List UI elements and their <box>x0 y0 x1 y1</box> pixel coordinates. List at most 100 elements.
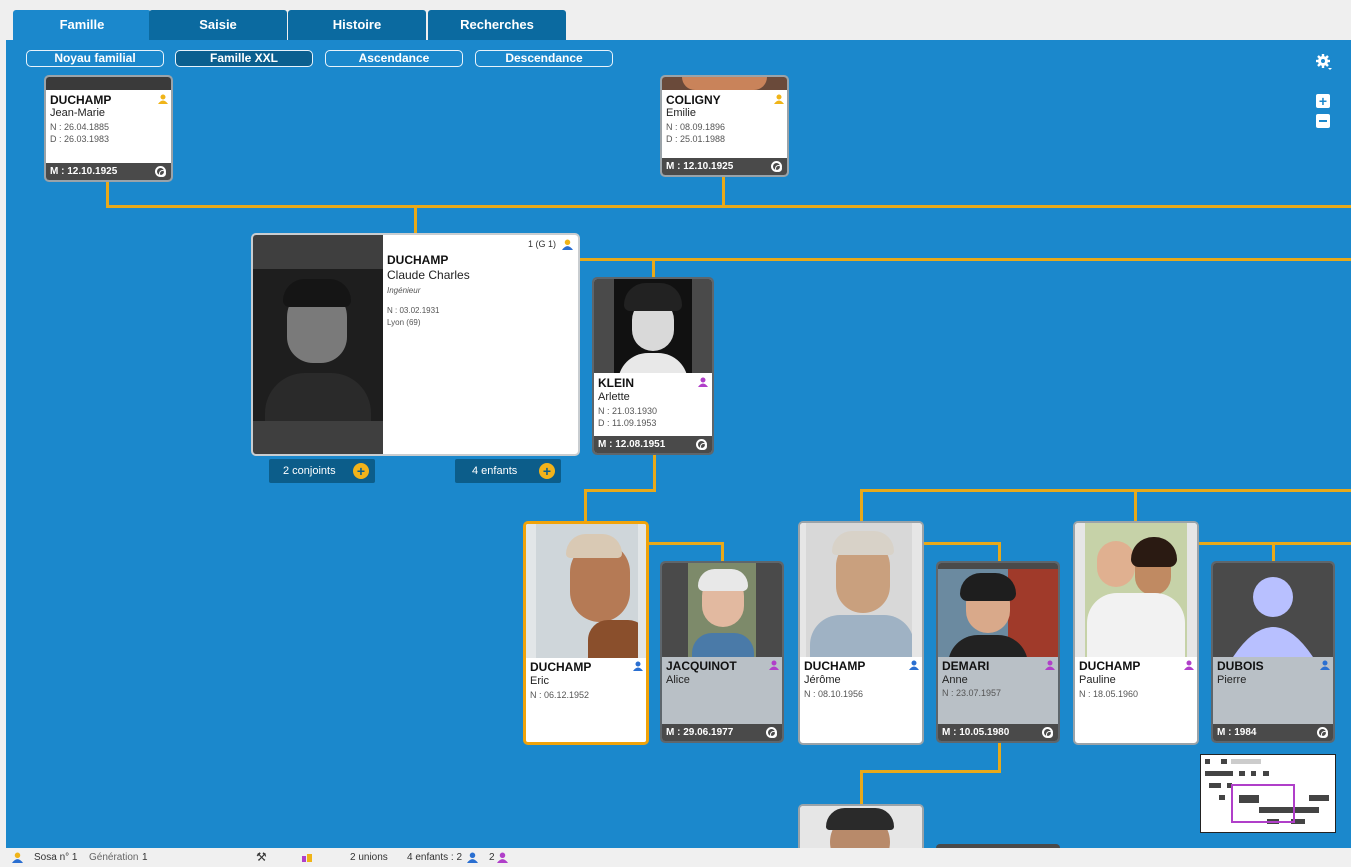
female-icon <box>1045 660 1055 670</box>
connector-line <box>652 258 655 277</box>
female-icon <box>774 94 784 104</box>
person-photo <box>938 563 1058 657</box>
person-card-pauline[interactable]: DUCHAMP Pauline N : 18.05.1960 <box>1073 521 1199 745</box>
person-death: D : 11.09.1953 <box>598 418 657 428</box>
view-ascendance[interactable]: Ascendance <box>325 50 463 67</box>
tab-recherches[interactable]: Recherches <box>428 10 566 40</box>
children-female-count: 2 <box>489 852 495 863</box>
person-card-alice[interactable]: JACQUINOT Alice M : 29.06.1977 <box>660 561 784 743</box>
connector-line <box>860 770 863 806</box>
settings-gear-icon[interactable] <box>1315 53 1333 71</box>
stats-icon[interactable] <box>302 854 312 862</box>
add-icon[interactable]: + <box>539 463 555 479</box>
unions-count: 2 unions <box>350 852 388 863</box>
sosa-number: Sosa n° 1 <box>34 852 78 863</box>
person-firstname: Arlette <box>598 391 630 403</box>
main-tab-bar: Famille Saisie Histoire Recherches <box>0 0 1351 40</box>
connector-line <box>653 453 656 490</box>
marriage-footer: M : 1984 <box>1213 724 1333 741</box>
male-icon <box>909 660 919 670</box>
female-icon <box>698 377 708 387</box>
person-firstname: Claude Charles <box>387 268 470 282</box>
view-noyau-familial[interactable]: Noyau familial <box>26 50 164 67</box>
tab-histoire[interactable]: Histoire <box>288 10 426 40</box>
person-firstname: Alice <box>666 674 690 686</box>
marriage-footer: M : 10.05.1980 <box>938 724 1058 741</box>
rings-icon[interactable] <box>771 161 782 172</box>
connector-line <box>721 542 724 561</box>
person-card-anne[interactable]: DEMARI Anne N : 23.07.1957 M : 10.05.198… <box>936 561 1060 743</box>
person-birth: N : 06.12.1952 <box>530 690 590 700</box>
zoom-out-icon[interactable] <box>1316 114 1330 128</box>
tab-famille[interactable]: Famille <box>13 10 151 40</box>
marriage-footer: M : 12.10.1925 <box>662 158 787 175</box>
marriage-date: M : 12.10.1925 <box>666 161 734 172</box>
silhouette-icon <box>1233 577 1313 657</box>
person-surname: DEMARI <box>942 659 990 673</box>
female-icon <box>769 660 779 670</box>
view-descendance[interactable]: Descendance <box>475 50 613 67</box>
person-photo <box>800 523 922 657</box>
connector-line <box>584 489 587 521</box>
hammer-icon[interactable]: ⚒ <box>256 848 267 867</box>
person-photo <box>1213 563 1333 657</box>
children-label: 4 enfants <box>472 465 518 477</box>
person-card-arlette[interactable]: KLEIN Arlette N : 21.03.1930 D : 11.09.1… <box>592 277 714 455</box>
person-card-partial[interactable] <box>798 804 924 848</box>
person-card-pierre[interactable]: DUBOIS Pierre M : 1984 <box>1211 561 1335 743</box>
female-icon <box>1184 660 1194 670</box>
person-photo <box>526 524 646 658</box>
sosa-person-icon <box>12 852 23 863</box>
person-surname: DUCHAMP <box>804 659 866 673</box>
rings-icon[interactable] <box>766 727 777 738</box>
marriage-date: M : 1984 <box>1217 727 1257 738</box>
person-photo <box>594 279 712 373</box>
person-birth: N : 23.07.1957 <box>942 688 1002 698</box>
person-surname: DUBOIS <box>1217 659 1264 673</box>
person-firstname: Jérôme <box>804 674 841 686</box>
person-surname: DUCHAMP <box>387 253 449 267</box>
person-birth: N : 26.04.1885 <box>50 122 110 132</box>
male-icon <box>633 661 643 671</box>
connector-line <box>998 542 1001 561</box>
person-firstname: Pauline <box>1079 674 1116 686</box>
rings-icon[interactable] <box>155 166 166 177</box>
rings-icon[interactable] <box>1317 727 1328 738</box>
person-surname: DUCHAMP <box>1079 659 1141 673</box>
person-birth: N : 08.09.1896 <box>666 122 726 132</box>
zoom-in-icon[interactable]: + <box>1316 94 1330 108</box>
generation-label: Génération <box>89 852 139 863</box>
minimap-preview <box>1205 759 1329 824</box>
person-surname: DUCHAMP <box>50 93 112 107</box>
connector-line <box>860 489 1351 492</box>
rings-icon[interactable] <box>1042 727 1053 738</box>
person-card-jerome[interactable]: DUCHAMP Jérôme N : 08.10.1956 <box>798 521 924 745</box>
person-firstname: Emilie <box>666 107 696 119</box>
person-firstname: Eric <box>530 675 549 687</box>
person-photo <box>1075 523 1197 657</box>
person-birth: N : 03.02.1931 <box>387 306 440 315</box>
children-button[interactable]: 4 enfants + <box>455 459 561 483</box>
tab-saisie[interactable]: Saisie <box>149 10 287 40</box>
person-card-jean-marie[interactable]: DUCHAMP Jean-Marie N : 26.04.1885 D : 26… <box>44 75 173 182</box>
person-card-eric[interactable]: DUCHAMP Eric N : 06.12.1952 <box>523 521 649 745</box>
connector-line <box>584 489 656 492</box>
family-tree-canvas[interactable]: Noyau familial Famille XXL Ascendance De… <box>6 40 1351 848</box>
person-photo <box>662 563 782 657</box>
person-photo <box>253 235 383 454</box>
view-famille-xxl[interactable]: Famille XXL <box>175 50 313 67</box>
person-firstname: Jean-Marie <box>50 107 106 119</box>
rings-icon[interactable] <box>696 439 707 450</box>
connector-line <box>106 205 1351 208</box>
person-card-emilie[interactable]: COLIGNY Emilie N : 08.09.1896 D : 25.01.… <box>660 75 789 177</box>
person-death: D : 26.03.1983 <box>50 134 110 144</box>
add-icon[interactable]: + <box>353 463 369 479</box>
tree-minimap[interactable] <box>1200 754 1336 833</box>
male-icon <box>467 852 478 863</box>
spouses-button[interactable]: 2 conjoints + <box>269 459 375 483</box>
marriage-footer: M : 29.06.1977 <box>662 724 782 741</box>
person-death: D : 25.01.1988 <box>666 134 726 144</box>
connector-line <box>923 542 1001 545</box>
person-surname: JACQUINOT <box>666 659 737 673</box>
person-card-claude-charles[interactable]: 1 (G 1) DUCHAMP Claude Charles Ingénieur… <box>251 233 580 456</box>
